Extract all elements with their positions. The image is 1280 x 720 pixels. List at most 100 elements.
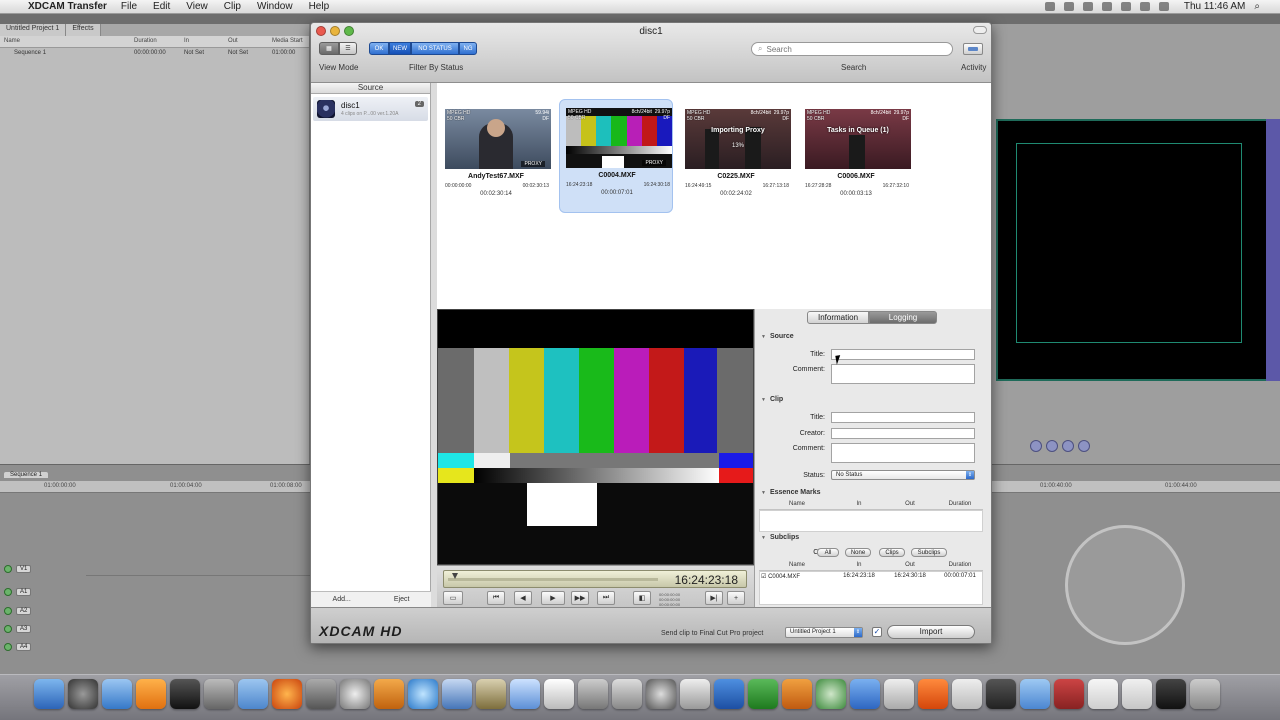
app-icon[interactable]	[850, 679, 880, 709]
source-section-header[interactable]: Source	[761, 333, 794, 340]
col-name[interactable]: Name	[0, 36, 130, 47]
tray-icon[interactable]	[1044, 2, 1055, 11]
bluetooth-icon[interactable]	[1101, 2, 1112, 11]
app-icon[interactable]	[952, 679, 982, 709]
firefox-icon[interactable]	[272, 679, 302, 709]
clip-title-input[interactable]	[831, 412, 975, 423]
tab-logging[interactable]: Logging	[869, 311, 938, 324]
send-to-fcp-checkbox[interactable]: ✓	[872, 627, 882, 637]
browser-row[interactable]: Sequence 1 00:00:00:00 Not Set Not Set 0…	[0, 48, 309, 60]
itunes-icon[interactable]	[510, 679, 540, 709]
hd-icon[interactable]	[238, 679, 268, 709]
clip-item[interactable]: MPEG HD 50 CBR 8ch/24bit 29.97p DF Impor…	[679, 101, 793, 215]
ichat-icon[interactable]	[102, 679, 132, 709]
checkbox-icon[interactable]: ☑	[761, 574, 766, 580]
menu-file[interactable]: File	[121, 1, 137, 12]
col-out[interactable]: Out	[224, 36, 268, 47]
filter-ng-button[interactable]: NG	[459, 42, 477, 55]
spotlight-icon[interactable]: ⌕	[1254, 1, 1260, 12]
app-icon[interactable]	[612, 679, 642, 709]
menu-window[interactable]: Window	[257, 1, 293, 12]
finder-icon[interactable]	[34, 679, 64, 709]
col-media-start[interactable]: Media Start	[268, 36, 308, 47]
system-preferences-icon[interactable]	[646, 679, 676, 709]
powerpoint-icon[interactable]	[782, 679, 812, 709]
grid-view-icon[interactable]: ▦	[319, 42, 339, 55]
step-forward-icon[interactable]: ▶▶	[571, 591, 589, 605]
app-icon[interactable]	[306, 679, 336, 709]
word-icon[interactable]	[714, 679, 744, 709]
excel-icon[interactable]	[748, 679, 778, 709]
track-a3[interactable]: A3	[0, 622, 86, 636]
browser-tab[interactable]: Untitled Project 1	[0, 24, 67, 36]
menu-clock[interactable]: Thu 11:46 AM	[1184, 1, 1246, 12]
check-all-button[interactable]: All	[817, 548, 839, 557]
folder-icon[interactable]	[1020, 679, 1050, 709]
next-icon[interactable]	[1062, 440, 1074, 452]
app-icon[interactable]	[1156, 679, 1186, 709]
app-icon[interactable]	[1054, 679, 1084, 709]
proxy-toggle-icon[interactable]: ▭	[443, 591, 463, 605]
track-a1[interactable]: A1	[0, 585, 86, 599]
app-icon[interactable]	[986, 679, 1016, 709]
import-button[interactable]: Import	[887, 625, 975, 639]
playhead[interactable]	[452, 573, 459, 579]
ical-icon[interactable]	[544, 679, 574, 709]
vlc-icon[interactable]	[136, 679, 166, 709]
col-in[interactable]: In	[180, 36, 224, 47]
dashboard-icon[interactable]	[68, 679, 98, 709]
timeline-tab[interactable]: Sequence 1	[4, 472, 49, 478]
wifi-icon[interactable]	[1120, 2, 1131, 11]
app-icon[interactable]	[408, 679, 438, 709]
app-icon[interactable]	[680, 679, 710, 709]
app-icon[interactable]	[374, 679, 404, 709]
check-clips-button[interactable]: Clips	[879, 548, 905, 557]
col-duration[interactable]: Duration	[130, 36, 180, 47]
menu-view[interactable]: View	[186, 1, 208, 12]
tab-information[interactable]: Information	[807, 311, 870, 324]
loop-icon[interactable]	[1078, 440, 1090, 452]
app-icon[interactable]	[884, 679, 914, 709]
source-title-input[interactable]	[831, 349, 975, 360]
filter-ok-button[interactable]: OK	[369, 42, 389, 55]
subclips-header[interactable]: Subclips	[761, 534, 799, 541]
search-field[interactable]: ⌕	[751, 42, 953, 56]
add-subclip-icon[interactable]: +	[727, 591, 745, 605]
document-icon[interactable]	[1122, 679, 1152, 709]
eject-button[interactable]: Eject	[394, 596, 410, 603]
menu-clip[interactable]: Clip	[224, 1, 241, 12]
app-icon[interactable]	[918, 679, 948, 709]
list-view-icon[interactable]: ☰	[339, 42, 357, 55]
status-select[interactable]: No Status ⇕	[831, 470, 975, 480]
play-icon[interactable]: ▶	[541, 591, 565, 605]
filter-new-button[interactable]: NEW	[389, 42, 411, 55]
step-back-icon[interactable]: ◀	[514, 591, 532, 605]
app-icon[interactable]	[476, 679, 506, 709]
photo-icon[interactable]	[204, 679, 234, 709]
activity-button[interactable]	[963, 43, 983, 55]
clip-item[interactable]: MPEG HD 50 CBR 59.94i DF PROXY AndyTest6…	[439, 101, 553, 215]
check-subclips-button[interactable]: Subclips	[911, 548, 947, 557]
go-to-start-icon[interactable]: ⏮	[487, 591, 505, 605]
app-menu[interactable]: XDCAM Transfer	[28, 1, 107, 12]
menu-edit[interactable]: Edit	[153, 1, 170, 12]
clip-comment-input[interactable]	[831, 443, 975, 463]
play-icon[interactable]	[1046, 440, 1058, 452]
search-input[interactable]	[766, 44, 937, 54]
clip-item[interactable]: MPEG HD 50 CBR 8ch/24bit 29.97p DF Tasks…	[799, 101, 913, 215]
add-button[interactable]: Add...	[333, 596, 351, 603]
browser-tab[interactable]: Effects	[66, 24, 101, 36]
scrubber[interactable]: 16:24:23:18	[443, 570, 747, 588]
track-a4[interactable]: A4	[0, 640, 86, 654]
time-machine-icon[interactable]	[1082, 2, 1093, 11]
clip-section-header[interactable]: Clip	[761, 396, 783, 403]
essence-marks-header[interactable]: Essence Marks	[761, 489, 821, 496]
document-icon[interactable]	[1088, 679, 1118, 709]
tray-icon[interactable]	[1063, 2, 1074, 11]
track-v1[interactable]: V1	[0, 562, 86, 576]
clip-creator-input[interactable]	[831, 428, 975, 439]
mark-out-icon[interactable]: ▶|	[705, 591, 723, 605]
toolbar-toggle-button[interactable]	[973, 26, 987, 34]
app-icon[interactable]	[578, 679, 608, 709]
app-icon[interactable]	[442, 679, 472, 709]
